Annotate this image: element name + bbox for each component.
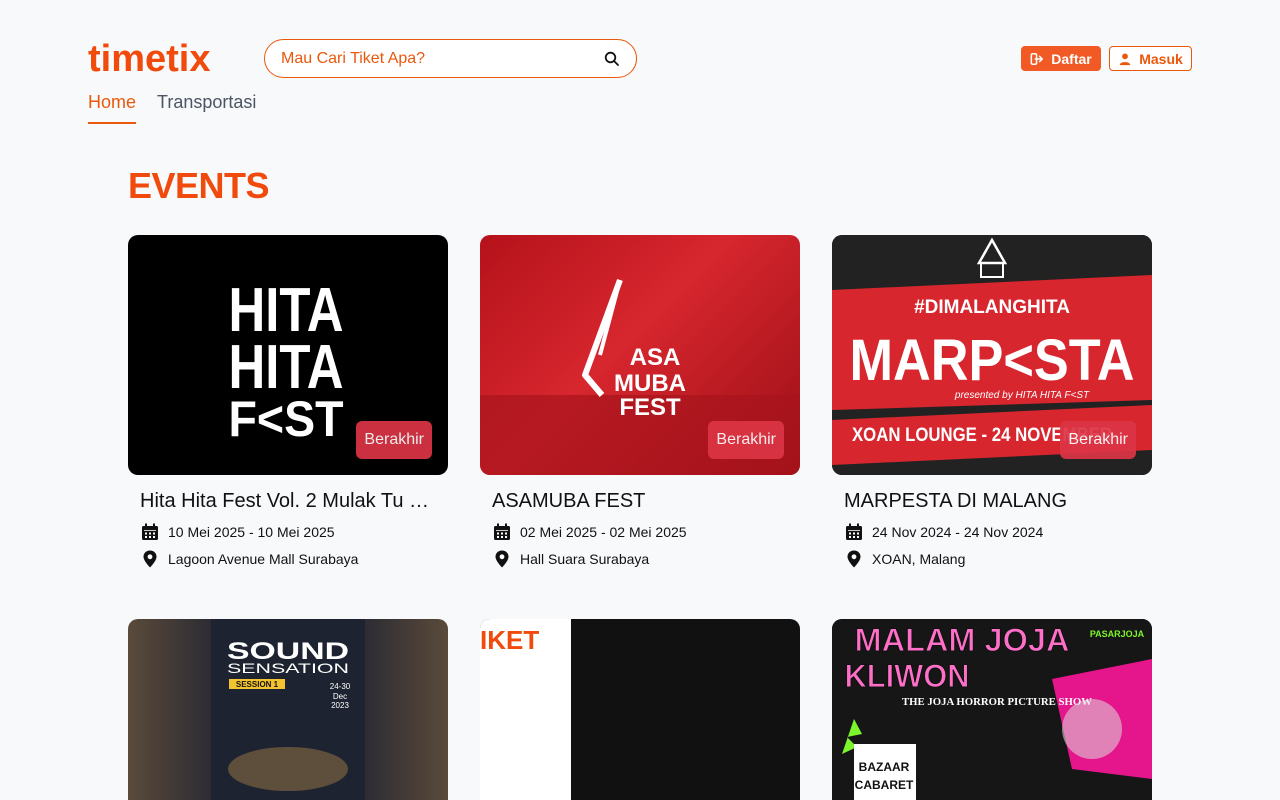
event-poster[interactable]: MALAM JOJA KLIWON PASARJOJA THE JOJA HOR… (832, 619, 1152, 800)
svg-text:BAZAAR: BAZAAR (859, 760, 910, 774)
status-badge: Berakhir (1060, 421, 1136, 459)
svg-text:SESSION 1: SESSION 1 (236, 680, 279, 689)
events-heading: EVENTS (128, 165, 270, 206)
svg-text:KLIWON: KLIWON (845, 658, 970, 694)
location-pin-icon (143, 550, 157, 568)
svg-text:2023: 2023 (331, 701, 349, 710)
event-date-text: 24 Nov 2024 - 24 Nov 2024 (872, 524, 1044, 540)
svg-text:THE JOJA HORROR PICTURE SHOW: THE JOJA HORROR PICTURE SHOW (902, 696, 1092, 708)
status-badge: Berakhir (356, 421, 432, 459)
svg-text:MALAM JOJA: MALAM JOJA (855, 622, 1070, 658)
svg-text:#DIMALANGHITA: #DIMALANGHITA (914, 297, 1070, 318)
event-venue-text: Lagoon Avenue Mall Surabaya (168, 551, 359, 567)
event-card[interactable]: SOUND SENSATION SESSION 1 24-30 Dec 2023 (128, 619, 448, 800)
svg-text:IKET: IKET (480, 625, 539, 655)
event-card[interactable]: ASA MUBA FEST Berakhir ASAMUBA FEST 02 M… (480, 235, 800, 569)
svg-text:PASARJOJA: PASARJOJA (1090, 629, 1145, 639)
svg-text:ASA: ASA (630, 344, 681, 371)
event-date-text: 10 Mei 2025 - 10 Mei 2025 (168, 524, 335, 540)
sign-in-icon (1030, 52, 1044, 65)
calendar-icon (142, 523, 158, 540)
nav-transportasi[interactable]: Transportasi (157, 92, 256, 124)
svg-text:24-30: 24-30 (330, 682, 351, 691)
masuk-button[interactable]: Masuk (1109, 46, 1192, 71)
event-venue: Lagoon Avenue Mall Surabaya (128, 549, 448, 569)
event-poster[interactable]: IKET (480, 619, 800, 800)
svg-text:F<ST: F<ST (229, 391, 344, 447)
main-nav: Home Transportasi (88, 92, 256, 124)
svg-text:Dec: Dec (333, 692, 347, 701)
event-venue: Hall Suara Surabaya (480, 549, 800, 569)
svg-text:FEST: FEST (619, 394, 681, 421)
svg-text:MARP<STA: MARP<STA (850, 328, 1135, 393)
search-bar[interactable] (264, 39, 637, 78)
event-card[interactable]: #DIMALANGHITA MARP<STA presented by HITA… (832, 235, 1152, 569)
event-card[interactable]: HITA HITA F<ST Berakhir Hita Hita Fest V… (128, 235, 448, 569)
event-card[interactable]: IKET (480, 619, 800, 800)
event-date: 24 Nov 2024 - 24 Nov 2024 (832, 522, 1152, 542)
event-title[interactable]: MARPESTA DI MALANG (832, 490, 1138, 513)
timetix-logo[interactable]: timetix (88, 38, 228, 78)
svg-text:presented by HITA HITA F<ST: presented by HITA HITA F<ST (954, 390, 1090, 401)
logo-text: timetix (88, 38, 210, 78)
daftar-button[interactable]: Daftar (1021, 46, 1101, 71)
event-venue-text: Hall Suara Surabaya (520, 551, 650, 567)
event-title[interactable]: Hita Hita Fest Vol. 2 Mulak Tu Bona Paso… (128, 490, 434, 513)
calendar-icon (846, 523, 862, 540)
search-input[interactable] (281, 49, 604, 68)
event-poster[interactable]: HITA HITA F<ST Berakhir (128, 235, 448, 475)
svg-text:CABARET: CABARET (855, 778, 914, 792)
event-poster[interactable]: #DIMALANGHITA MARP<STA presented by HITA… (832, 235, 1152, 475)
event-venue-text: XOAN, Malang (872, 551, 966, 567)
event-date-text: 02 Mei 2025 - 02 Mei 2025 (520, 524, 687, 540)
event-poster[interactable]: ASA MUBA FEST Berakhir (480, 235, 800, 475)
event-poster[interactable]: SOUND SENSATION SESSION 1 24-30 Dec 2023 (128, 619, 448, 800)
event-venue: XOAN, Malang (832, 549, 1152, 569)
location-pin-icon (495, 550, 509, 568)
svg-text:MUBA: MUBA (614, 370, 686, 397)
svg-text:SENSATION: SENSATION (227, 660, 349, 676)
location-pin-icon (847, 550, 861, 568)
calendar-icon (494, 523, 510, 540)
search-icon[interactable] (604, 51, 620, 67)
event-card[interactable]: MALAM JOJA KLIWON PASARJOJA THE JOJA HOR… (832, 619, 1152, 800)
event-date: 10 Mei 2025 - 10 Mei 2025 (128, 522, 448, 542)
daftar-label: Daftar (1051, 50, 1092, 67)
nav-home[interactable]: Home (88, 92, 137, 124)
masuk-label: Masuk (1139, 50, 1183, 67)
user-icon (1119, 52, 1131, 65)
status-badge: Berakhir (708, 421, 784, 459)
event-date: 02 Mei 2025 - 02 Mei 2025 (480, 522, 800, 542)
event-title[interactable]: ASAMUBA FEST (480, 490, 786, 513)
